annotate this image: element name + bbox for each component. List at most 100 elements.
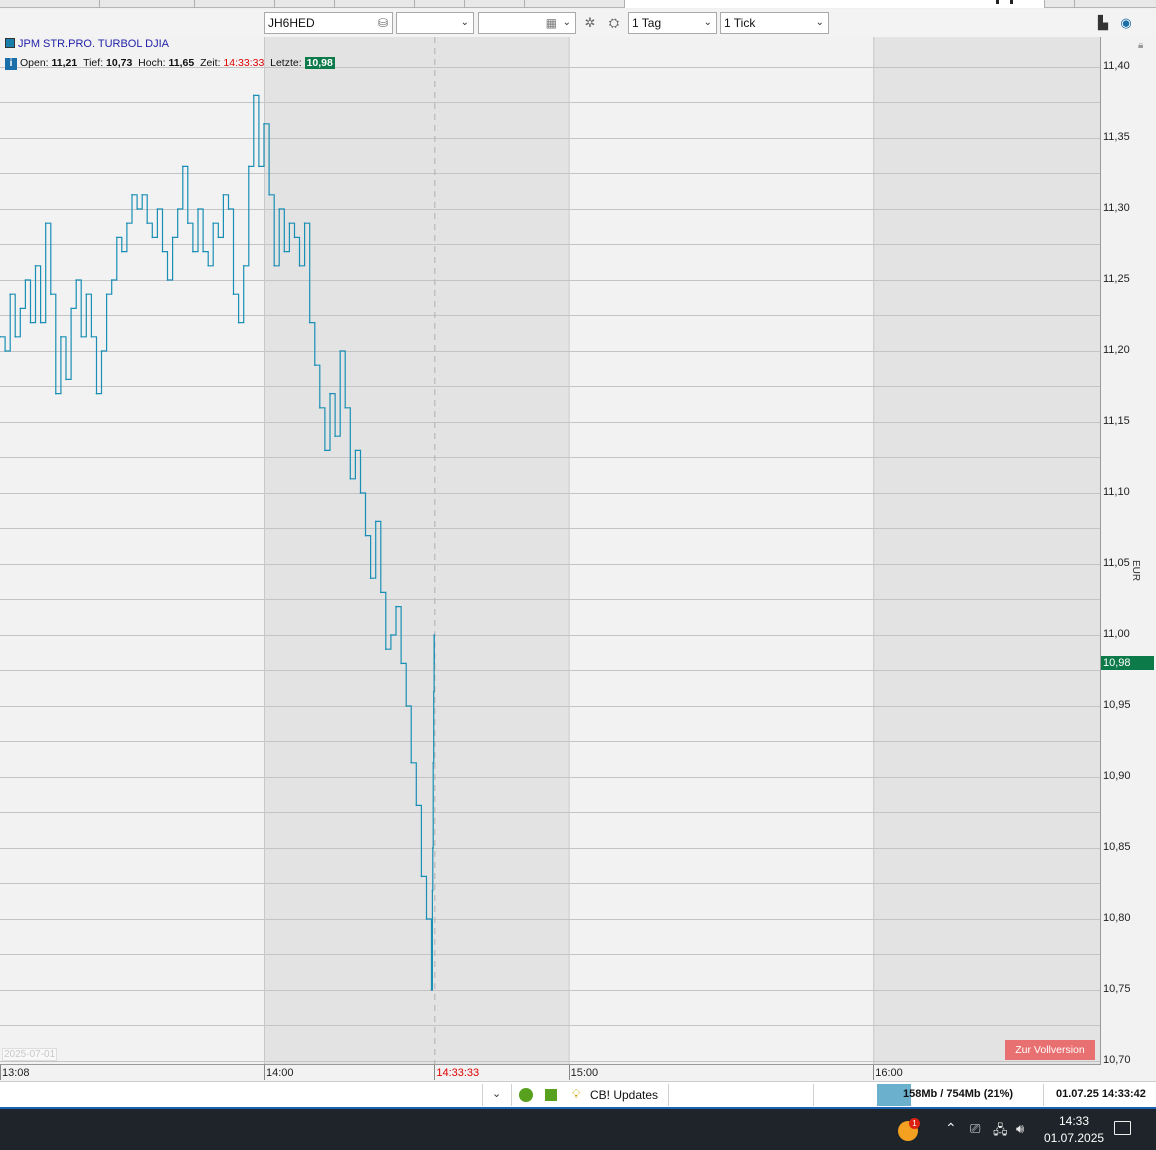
chart-toolbar: JH6HED ⛁ ⌄ ▦ ⌄ ✲ ⛭ 1 Tag ⌄ 1 Tick ⌄ ▙ ◉ [0,9,1156,37]
price-point [182,165,184,168]
y-tick-label: 10,90 [1103,770,1131,782]
interval-select[interactable]: 1 Tick ⌄ [720,12,829,34]
tab[interactable] [525,0,625,8]
taskbar-time: 14:33 [1058,1114,1090,1128]
price-point [85,293,88,296]
plot-area[interactable]: JPM STR.PRO. TURBOL DJIA i Open: 11,21 Ti… [0,37,1101,1081]
price-point [75,279,77,281]
price-point [39,321,42,324]
binoculars-icon[interactable]: ⛁ [378,13,388,33]
price-point [202,250,204,253]
updates-link[interactable]: CB! Updates [590,1088,658,1102]
price-point [298,265,301,267]
price-point [217,236,220,239]
price-point [324,449,326,452]
taskbar-clock[interactable]: 14:33 01.07.2025 [1044,1113,1104,1147]
network-icon[interactable]: 🖧︎ [993,1121,1008,1143]
price-point [303,222,306,224]
y-tick-label: 11,35 [1103,131,1130,143]
lock-icon[interactable]: 🔒︎ [1138,40,1143,51]
memory-usage: 158Mb / 754Mb (21%) [903,1088,1014,1100]
price-point [24,279,27,281]
chevron-up-icon[interactable]: ⌃ [945,1120,957,1137]
tab[interactable] [195,0,275,8]
x-tick-label: 14:33:33 [436,1067,480,1079]
x-tick [873,1065,875,1080]
y-tick-label: 11,30 [1103,202,1130,214]
notification-center-icon[interactable] [1114,1121,1131,1135]
y-tick-label: 11,10 [1103,486,1130,498]
series-color-swatch [5,38,15,48]
price-point [176,208,179,210]
info-icon[interactable]: i [5,58,17,70]
tab[interactable] [275,0,335,8]
time-value: 14:33:33 [223,57,265,69]
tab[interactable] [1045,0,1075,8]
price-point [369,577,372,579]
notification-badge: 1 [909,1118,920,1129]
period-value: 1 Tag [632,16,662,30]
price-point [364,534,367,537]
price-point [19,307,22,310]
app-window: JH6HED ⛁ ⌄ ▦ ⌄ ✲ ⛭ 1 Tag ⌄ 1 Tick ⌄ ▙ ◉ [0,0,1156,1150]
tab[interactable] [0,0,100,8]
price-point [433,634,435,636]
high-label: Hoch: [138,57,166,69]
date-select[interactable]: ▦ ⌄ [478,12,576,34]
meet-icon[interactable]: ⎚ [970,1121,980,1137]
price-point [95,392,98,395]
chart-area: JPM STR.PRO. TURBOL DJIA i Open: 11,21 Ti… [0,37,1156,1081]
price-point [293,236,296,239]
hour-band [264,37,569,1064]
y-tick-label: 10,95 [1103,699,1131,711]
y-tick-label: 11,40 [1103,60,1130,72]
open-value: 11,21 [51,57,78,69]
last-value: 10,98 [304,57,335,69]
x-tick [0,1065,1,1080]
chevron-down-icon[interactable]: ⌄ [492,1087,501,1100]
price-point [222,194,225,196]
y-axis: 11,40 11,35 11,30 11,25 11,20 11,15 11,10 11,05… [1101,37,1156,1081]
tools-icon[interactable]: ✲ [582,15,598,31]
x-tick [568,1065,570,1080]
y-tick-label: 11,00 [1103,628,1130,640]
volume-icon[interactable]: 🔊︎ [1016,1121,1024,1137]
chevron-down-icon: ⌄ [815,17,824,28]
separator [511,1084,512,1106]
y-tick-label: 10,85 [1103,841,1131,853]
full-version-button[interactable]: Zur Vollversion [1005,1040,1095,1060]
price-point [263,123,265,125]
y-tick-label: 11,20 [1103,344,1130,356]
y-tick-label: 11,05 [1103,557,1130,569]
price-point [432,847,434,849]
price-point [232,293,235,296]
price-point [433,662,436,665]
price-point [9,293,11,296]
indicator-icon[interactable]: ⛭ [606,15,622,31]
currency-label: EUR [1130,560,1141,582]
tab[interactable] [100,0,195,8]
eye-icon[interactable]: ◉ [1118,15,1134,31]
price-point [374,520,377,523]
tab[interactable] [415,0,465,8]
price-point [60,336,62,338]
separator [668,1084,669,1106]
price-point [420,875,423,878]
tab[interactable] [465,0,525,8]
price-point [268,194,270,196]
price-point [4,350,6,352]
price-point [258,165,260,168]
period-select[interactable]: 1 Tag ⌄ [628,12,717,34]
x-tick-label: 13:08 [2,1067,30,1079]
symbol-input[interactable]: JH6HED ⛁ [264,12,393,34]
price-point [14,336,16,338]
price-point [207,265,209,267]
tab[interactable] [335,0,415,8]
calendar-icon[interactable]: ▦ [546,13,557,33]
price-point [90,336,93,338]
range-select[interactable]: ⌄ [396,12,474,34]
separator [482,1084,483,1106]
price-point [334,435,336,438]
chart-type-icon[interactable]: ▙ [1095,15,1111,31]
tab-active[interactable] [625,0,1045,8]
